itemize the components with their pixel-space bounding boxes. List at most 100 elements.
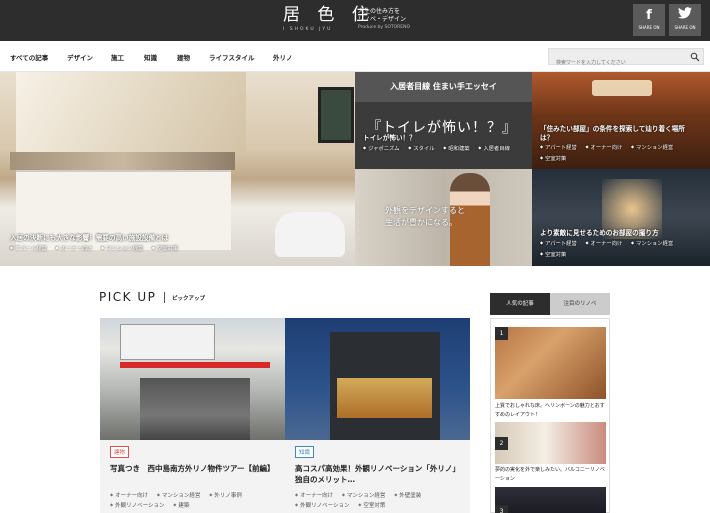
- search-input[interactable]: [549, 55, 684, 71]
- share-label: SHARE ON: [638, 25, 660, 30]
- tag-link[interactable]: スタイル: [408, 143, 434, 154]
- facebook-share-button[interactable]: f SHARE ON: [633, 4, 665, 36]
- ranking-list: 1 上質でおしゃれな床。ヘリンボーンの魅力とおすすめのレイアウト！ 2 夢的の実…: [490, 318, 610, 513]
- tag-link[interactable]: オーナー向け: [295, 491, 333, 501]
- pickup-card-image[interactable]: [100, 318, 285, 440]
- hero-article-title-line2: は？: [540, 134, 554, 142]
- tag-link[interactable]: オーナー向け: [585, 238, 623, 249]
- main-nav: すべての記事 デザイン 施工 知識 建物 ライフスタイル 外リノ: [0, 41, 710, 72]
- tag-link[interactable]: ジャポニズム: [363, 143, 400, 154]
- tag-link[interactable]: オーナー向け: [585, 142, 623, 153]
- site-header: 居 色 住 I SHOKU JYU 人生の住み方を リノベ・デザイン Produ…: [0, 0, 710, 41]
- twitter-icon: [669, 7, 701, 25]
- ranking-item-title[interactable]: 夢的の実化を外で楽しみたい。バルコニーリノベーション: [495, 466, 607, 483]
- tagline-line1: 人生の住み方を: [358, 8, 401, 15]
- tag-link[interactable]: 建築: [173, 501, 189, 511]
- tag-link[interactable]: 外壁塗装: [394, 491, 421, 501]
- tag-link[interactable]: 外観リノベーション: [295, 501, 349, 511]
- hero-image-mirror: [16, 72, 246, 152]
- hero-article-toilet[interactable]: 入居者目線 住まい手エッセイ 『トイレが怖い！？』 トイレが怖い！？ ジャポニズ…: [355, 72, 532, 169]
- tag-link[interactable]: 空室対策: [152, 243, 178, 254]
- nav-item-knowledge[interactable]: 知識: [144, 52, 157, 62]
- rank-badge: 2: [495, 437, 508, 450]
- share-label: SHARE ON: [674, 25, 696, 30]
- site-tagline: 人生の住み方を リノベ・デザイン Produce by SOTORENO: [358, 8, 410, 32]
- tag-link[interactable]: マンション経営: [101, 243, 143, 254]
- nav-item-construction[interactable]: 施工: [111, 52, 124, 62]
- rank-badge: 3: [495, 505, 508, 513]
- category-badge[interactable]: 建物: [110, 446, 130, 458]
- hero-article-title: より素敵に見せるためのお部屋の撮り方: [540, 229, 659, 237]
- hero-article-photo-tips[interactable]: より素敵に見せるためのお部屋の撮り方 アパート経営 オーナー向け マンション経営…: [532, 169, 710, 266]
- nav-item-design[interactable]: デザイン: [67, 52, 93, 62]
- pickup-subheading: ピックアップ: [172, 296, 206, 302]
- tag-link[interactable]: オーナー向け: [110, 491, 148, 501]
- facebook-icon: f: [646, 8, 652, 23]
- hero-article-tags: アパート経営 オーナー向け マンション経営 空室対策: [540, 142, 705, 164]
- tagline-line2: リノベ・デザイン: [358, 16, 407, 23]
- tag-link[interactable]: 空室対策: [358, 501, 385, 511]
- ranking-item-image[interactable]: [495, 487, 606, 513]
- ranking-item-image[interactable]: [495, 327, 606, 399]
- nav-item-all[interactable]: すべての記事: [10, 52, 48, 62]
- tag-link[interactable]: 空室対策: [540, 249, 566, 260]
- nav-item-exterior-reno[interactable]: 外リノ: [273, 52, 293, 62]
- hero-article-bathroom[interactable]: 入居の決断にも大きな影響！需要の高い施設設備とは アパート経営 オーナー向け マ…: [0, 72, 355, 266]
- category-badge[interactable]: 知識: [295, 446, 315, 458]
- pickup-heading: PICK UP: [99, 290, 157, 304]
- hero-article-title: トイレが怖い！？: [363, 134, 416, 142]
- tag-link[interactable]: 昭和建築: [443, 143, 469, 154]
- tagline-produce: Produce by SOTORENO: [358, 25, 411, 30]
- hero-article-exterior[interactable]: 外観をデザインすると 生活が豊かになる。: [355, 169, 532, 266]
- hero-article-tags: ジャポニズム スタイル 昭和建築 入居者目線: [363, 143, 528, 154]
- twitter-share-button[interactable]: SHARE ON: [669, 4, 701, 36]
- hero-image-toilet: [275, 212, 345, 257]
- tag-link[interactable]: アパート経営: [10, 243, 47, 254]
- tag-link[interactable]: マンション経営: [157, 491, 201, 501]
- nav-item-building[interactable]: 建物: [177, 52, 190, 62]
- hero-caption-line1: 外観をデザインすると: [385, 206, 465, 215]
- hero-image-frame: [318, 87, 354, 143]
- hero-article-title: 入居の決断にも大きな影響！需要の高い施設設備とは: [10, 234, 169, 242]
- tab-popular[interactable]: 人気の記事: [490, 293, 550, 315]
- station-stairs: [140, 378, 250, 440]
- pickup-card: 知識 高コスパ高効果！外観リノベーション「外リノ」独自のメリット… オーナー向け…: [285, 440, 470, 513]
- pickup-card: 建物 写真つき 西中島南方外リノ物件ツアー【前編】 オーナー向け マンション経営…: [100, 440, 285, 513]
- tag-link[interactable]: 空室対策: [540, 153, 566, 164]
- pickup-divider: [164, 292, 165, 303]
- pickup-card-title[interactable]: 写真つき 西中島南方外リノ物件ツアー【前編】: [110, 463, 278, 474]
- hero-article-tags: アパート経営 オーナー向け マンション経営 空室対策: [10, 243, 270, 254]
- hero-caption-line2: 生活が豊かになる。: [385, 218, 457, 227]
- hero-article-room[interactable]: 「住みたい部屋」の条件を探索して辿り着く場所 は？ アパート経営 オーナー向け …: [532, 72, 710, 169]
- hero-article-tags: アパート経営 オーナー向け マンション経営 空室対策: [540, 238, 705, 260]
- hero-article-title-line1: 「住みたい部屋」の条件を探索して辿り着く場所: [540, 125, 685, 133]
- tag-link[interactable]: マンション経営: [342, 491, 386, 501]
- hero-caption: 外観をデザインすると 生活が豊かになる。: [385, 205, 465, 229]
- nav-item-lifestyle[interactable]: ライフスタイル: [209, 52, 255, 62]
- search-box: [548, 48, 704, 71]
- hero-image-light: [592, 80, 652, 96]
- tag-link[interactable]: 外観リノベーション: [110, 501, 164, 511]
- pickup-card-title[interactable]: 高コスパ高効果！外観リノベーション「外リノ」独自のメリット…: [295, 463, 463, 485]
- tag-link[interactable]: 入居者目線: [478, 143, 510, 154]
- ranking-item-title[interactable]: 上質でおしゃれな床。ヘリンボーンの魅力とおすすめのレイアウト！: [495, 402, 607, 419]
- pickup-card-tags: オーナー向け マンション経営 外壁塗装 外観リノベーション 空室対策: [295, 491, 465, 510]
- search-icon[interactable]: [690, 52, 700, 62]
- tag-link[interactable]: アパート経営: [540, 238, 577, 249]
- tag-link[interactable]: オーナー向け: [55, 243, 93, 254]
- pickup-card-image[interactable]: [285, 318, 470, 440]
- essay-band-title: 入居者目線 住まい手エッセイ: [390, 82, 497, 91]
- tag-link[interactable]: 外リノ事例: [209, 491, 242, 501]
- tag-link[interactable]: アパート経営: [540, 142, 577, 153]
- hero-grid: 入居の決断にも大きな影響！需要の高い施設設備とは アパート経営 オーナー向け マ…: [0, 72, 710, 266]
- station-sign: [120, 324, 215, 360]
- pickup-card-tags: オーナー向け マンション経営 外リノ事例 外観リノベーション 建築: [110, 491, 280, 510]
- station-stripe: [120, 362, 270, 368]
- building-lights: [337, 378, 432, 418]
- tab-featured-reno[interactable]: 注目のリノベ: [550, 293, 610, 315]
- rank-badge: 1: [495, 327, 508, 340]
- tag-link[interactable]: マンション経営: [631, 238, 673, 249]
- hero-image-counter: [10, 152, 235, 170]
- ranking-item-image[interactable]: [495, 422, 606, 464]
- tag-link[interactable]: マンション経営: [631, 142, 673, 153]
